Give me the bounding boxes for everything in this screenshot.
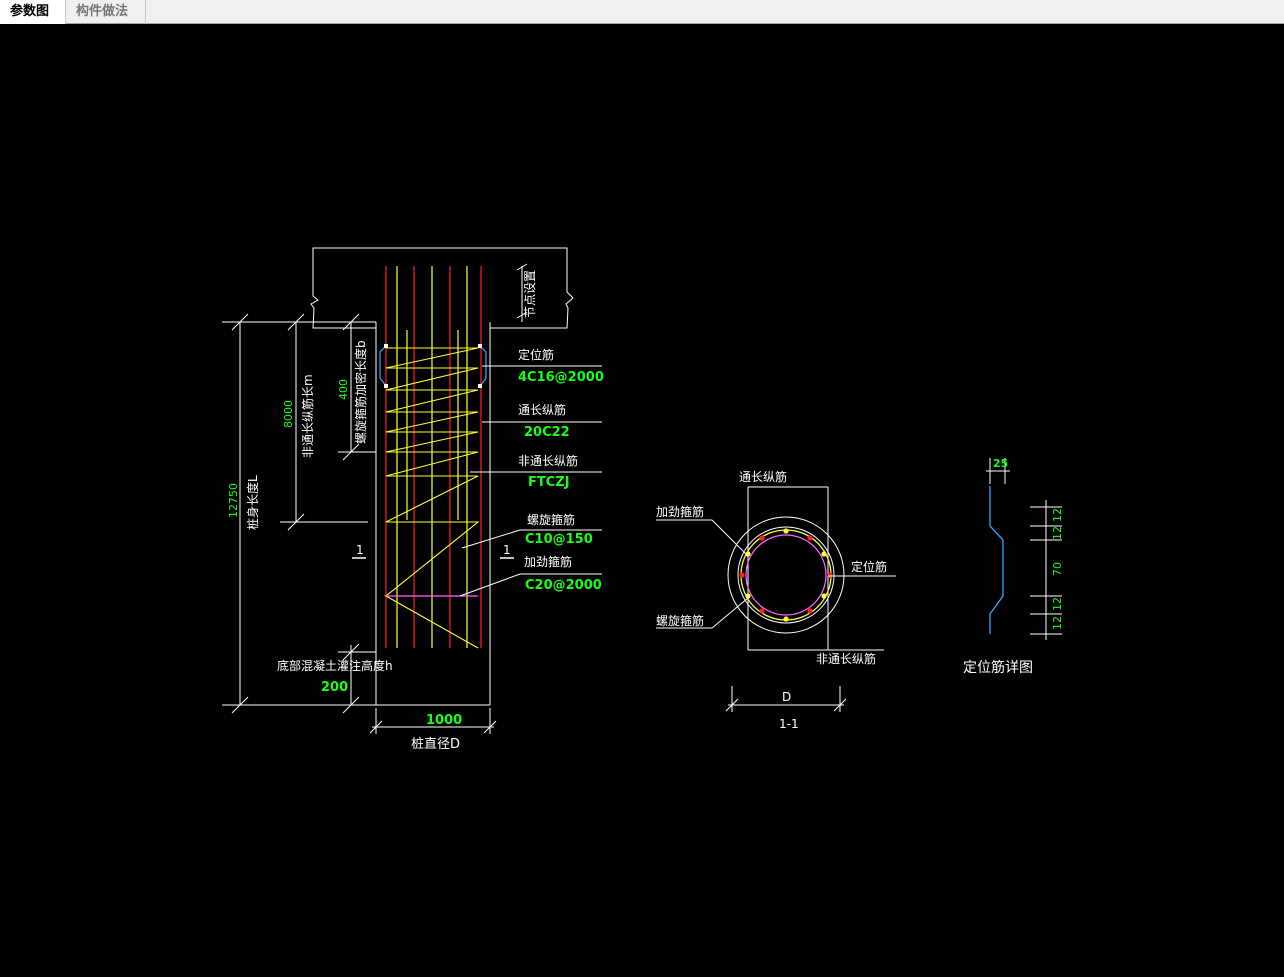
stiffening-stirrup-value[interactable]: C20@2000	[525, 578, 602, 593]
non-through-length-label[interactable]: 非通长纵筋长m	[300, 374, 315, 458]
pile-length-label[interactable]: 桩身长度L	[245, 475, 260, 530]
spiral-stirrup-value[interactable]: C10@150	[525, 532, 593, 547]
diameter-label[interactable]: 桩直径D	[411, 737, 460, 752]
stiffening-stirrup-label[interactable]: 加劲箍筋	[524, 554, 572, 569]
section-non-through-label[interactable]: 非通长纵筋	[816, 651, 876, 666]
section-through-long-label[interactable]: 通长纵筋	[739, 469, 787, 484]
locator-bar-value[interactable]: 4C16@2000	[518, 370, 604, 385]
bottom-concrete-value[interactable]: 200	[321, 680, 348, 695]
non-through-length-value[interactable]: 8000	[282, 400, 295, 428]
tab-component-method[interactable]: 构件做法	[66, 0, 146, 24]
section-locator-label[interactable]: 定位筋	[851, 559, 887, 574]
section-rebar-dots	[739, 528, 833, 622]
spiral-stirrup-label[interactable]: 螺旋箍筋	[527, 512, 575, 527]
section-dim-label: D	[782, 690, 791, 704]
non-through-long-value[interactable]: FTCZJ	[528, 475, 570, 490]
locator-bar-label[interactable]: 定位筋	[518, 347, 554, 362]
locator-detail-bar	[989, 486, 1004, 634]
drawing-canvas[interactable]: 节点设置 定位筋 4C16@2000 通长纵筋 20C22 非通长纵筋 FTCZ…	[0, 25, 1284, 973]
tab-parameter-diagram[interactable]: 参数图	[0, 0, 66, 24]
section-title: 1-1	[779, 717, 799, 731]
through-long-value[interactable]: 20C22	[524, 425, 570, 440]
detail-dim-top[interactable]: 25	[993, 457, 1008, 470]
tab-bar: 参数图 构件做法	[0, 0, 1284, 24]
section-stiffening-label[interactable]: 加劲箍筋	[656, 504, 704, 519]
non-through-long-label[interactable]: 非通长纵筋	[518, 453, 578, 468]
detail-dim-mid[interactable]: 70	[1051, 562, 1064, 576]
detail-dim-a[interactable]: 12	[1051, 508, 1064, 522]
detail-title[interactable]: 定位筋详图	[963, 659, 1033, 676]
spiral-dense-value[interactable]: 400	[337, 379, 350, 400]
detail-dim-d[interactable]: 12	[1051, 616, 1064, 630]
detail-dim-b[interactable]: 12	[1051, 526, 1064, 540]
section-mark-left: 1	[356, 543, 364, 557]
node-setting-label[interactable]: 节点设置	[523, 270, 537, 318]
detail-dim-c[interactable]: 12	[1051, 597, 1064, 611]
through-long-rebars	[385, 266, 482, 648]
bottom-concrete-label[interactable]: 底部混凝土灌注高度h	[277, 658, 393, 673]
locator-detail-dims	[986, 458, 1062, 640]
cross-section	[727, 486, 845, 651]
pile-length-value[interactable]: 12750	[227, 483, 240, 518]
section-spiral-label[interactable]: 螺旋箍筋	[656, 613, 704, 628]
section-mark-right: 1	[503, 543, 511, 557]
spiral-dense-label[interactable]: 螺旋箍筋加密长度b	[353, 340, 368, 444]
diameter-value[interactable]: 1000	[426, 713, 462, 728]
through-long-label[interactable]: 通长纵筋	[518, 402, 566, 417]
pile-outline	[375, 322, 491, 706]
section-leaders	[656, 519, 896, 651]
pile-drawing: 节点设置 定位筋 4C16@2000 通长纵筋 20C22 非通长纵筋 FTCZ…	[222, 247, 1064, 752]
